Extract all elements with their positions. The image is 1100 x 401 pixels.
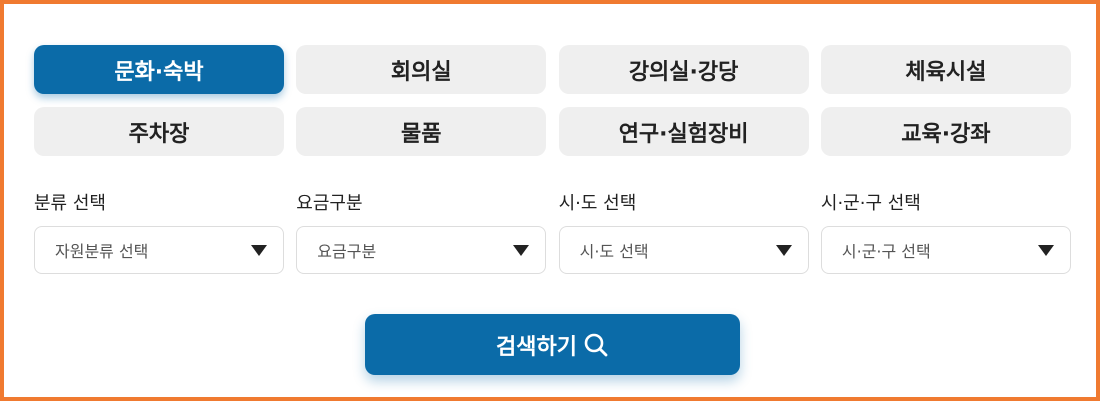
select-value: 자원분류 선택	[55, 242, 149, 261]
filter-label: 시·도 선택	[558, 193, 637, 214]
category-tab-sports-facility[interactable]: 체육시설	[820, 45, 1071, 94]
filter-label: 요금구분	[296, 193, 363, 214]
district-select[interactable]: 시·군·구 선택	[820, 226, 1071, 274]
filter-district: 시·군·구 선택 시·군·구 선택	[820, 192, 1071, 274]
category-tab-parking[interactable]: 주차장	[34, 107, 284, 156]
filter-category: 분류 선택 자원분류 선택	[34, 192, 284, 274]
search-icon	[583, 332, 609, 358]
filter-fee: 요금구분 요금구분	[296, 192, 547, 274]
search-button[interactable]: 검색하기	[365, 314, 740, 375]
category-tab-education[interactable]: 교육·강좌	[820, 107, 1071, 156]
fee-select[interactable]: 요금구분	[296, 226, 547, 274]
filter-row: 분류 선택 자원분류 선택 요금구분 요금구분 시·도 선택 시·도 선택 시·…	[34, 192, 1071, 274]
caret-down-icon	[1037, 244, 1054, 256]
caret-down-icon	[251, 244, 267, 256]
category-select[interactable]: 자원분류 선택	[34, 226, 284, 274]
category-tab-meeting-room[interactable]: 회의실	[296, 45, 547, 94]
filter-province: 시·도 선택 시·도 선택	[558, 192, 809, 274]
select-value: 시·군·구 선택	[841, 242, 931, 261]
filter-label: 시·군·구 선택	[820, 193, 921, 214]
caret-down-icon	[775, 244, 792, 256]
search-panel: 문화·숙박 회의실 강의실·강당 체육시설 주차장 물품 연구·실험장비 교육·…	[0, 0, 1100, 401]
category-tab-culture-lodging[interactable]: 문화·숙박	[34, 45, 284, 94]
category-tabs: 문화·숙박 회의실 강의실·강당 체육시설 주차장 물품 연구·실험장비 교육·…	[34, 45, 1071, 156]
caret-down-icon	[513, 244, 530, 256]
select-value: 요금구분	[317, 242, 377, 261]
category-tab-research-equipment[interactable]: 연구·실험장비	[558, 107, 809, 156]
category-tab-goods[interactable]: 물품	[296, 107, 547, 156]
filter-label: 분류 선택	[34, 193, 106, 214]
search-button-label: 검색하기	[496, 334, 577, 360]
select-value: 시·도 선택	[579, 242, 649, 261]
province-select[interactable]: 시·도 선택	[558, 226, 809, 274]
category-tab-lecture-hall[interactable]: 강의실·강당	[558, 45, 809, 94]
